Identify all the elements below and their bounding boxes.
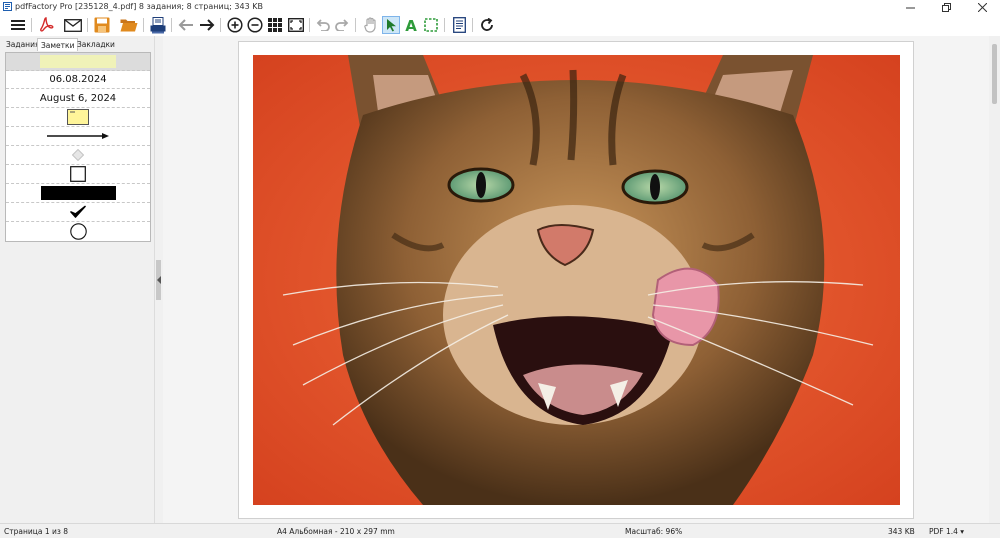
scroll-thumb[interactable] [992,44,997,104]
forward-button[interactable] [198,16,216,34]
highlight-note[interactable] [6,53,150,71]
arrow-line-item[interactable] [6,127,150,146]
minimize-button[interactable] [892,0,928,14]
notes-list: 06.08.2024 August 6, 2024 [5,52,151,242]
sticky-note-item[interactable] [6,108,150,127]
sticky-note-icon [67,109,89,125]
tab-bookmarks[interactable]: Закладки [74,38,118,51]
date-long-text: August 6, 2024 [39,92,117,104]
close-button[interactable] [964,0,1000,14]
arrow-line-icon [47,133,109,139]
side-panel: Задания Заметки Закладки 06.08.2024 Augu… [0,36,155,523]
close-icon [977,2,987,12]
checkmark-item[interactable] [6,203,150,222]
undo-icon [316,19,330,31]
undo-button[interactable] [314,16,332,34]
pdf-icon [40,17,54,32]
refresh-icon [481,18,493,31]
redo-icon [335,19,349,31]
collapse-arrow-icon [156,276,161,284]
refresh-button[interactable] [478,16,496,34]
print-icon [150,16,166,33]
date-stamp-short[interactable]: 06.08.2024 [6,71,150,89]
fit-page-icon [288,18,304,32]
hand-tool-button[interactable] [362,16,380,34]
select-arrow-icon [386,19,396,32]
open-folder-button[interactable] [120,16,138,34]
vertical-scrollbar[interactable] [989,36,1000,523]
toolbar: A [0,14,1000,36]
cat-image [253,55,900,505]
notes-button[interactable] [450,16,468,34]
save-icon [94,17,110,33]
print-button[interactable] [149,16,167,34]
date-stamp-long[interactable]: August 6, 2024 [6,89,150,108]
square-item[interactable] [6,165,150,184]
minimize-icon [905,7,915,8]
zoom-out-icon [247,17,263,33]
email-button[interactable] [64,16,82,34]
paper-size: A4 Альбомная - 210 x 297 mm [277,527,395,536]
hand-icon [364,17,376,33]
pdf-version-dropdown[interactable]: PDF 1.4 ▾ [929,526,964,537]
save-button[interactable] [93,16,111,34]
open-folder-icon [120,19,138,32]
app-icon [3,2,12,11]
title-bar: pdfFactory Pro [235128_4.pdf] 8 задания;… [0,0,1000,14]
fit-page-button[interactable] [287,16,305,34]
highlight-swatch [40,55,116,68]
text-tool-icon: A [405,18,417,32]
diamond-item[interactable] [6,146,150,165]
select-tool-button[interactable] [382,16,400,34]
crop-select-button[interactable] [422,16,440,34]
restore-icon [941,2,951,12]
zoom-in-button[interactable] [226,16,244,34]
black-bar-item[interactable] [6,184,150,203]
menu-icon [11,20,25,30]
text-tool-button[interactable]: A [402,16,420,34]
cat-photo [253,55,900,505]
pdf-button[interactable] [37,16,55,34]
zoom-out-button[interactable] [246,16,264,34]
thumbnails-button[interactable] [266,16,284,34]
email-icon [64,18,82,32]
file-size: 343 KB [888,527,915,536]
checkmark-icon [70,205,86,218]
date-short-text: 06.08.2024 [49,74,107,85]
circle-item[interactable] [6,222,150,241]
thumbnails-icon [268,18,282,32]
redo-button[interactable] [333,16,351,34]
document-view[interactable] [163,36,989,523]
menu-button[interactable] [9,16,27,34]
window-title: pdfFactory Pro [235128_4.pdf] 8 задания;… [15,2,263,11]
panel-splitter[interactable] [156,260,161,300]
svg-text:A: A [405,18,417,32]
circle-icon [69,223,87,240]
back-button[interactable] [177,16,195,34]
pdf-page [238,41,914,519]
back-arrow-icon [178,19,193,31]
zoom-in-icon [227,17,243,33]
notes-icon [452,17,466,33]
status-bar: Страница 1 из 8 A4 Альбомная - 210 x 297… [0,523,1000,538]
diamond-icon [72,149,84,161]
forward-arrow-icon [200,19,215,31]
zoom-level: Масштаб: 96% [625,527,683,536]
crop-select-icon [424,18,438,32]
square-icon [70,166,86,182]
tab-notes[interactable]: Заметки [37,38,79,51]
page-indicator: Страница 1 из 8 [4,527,68,536]
black-bar-icon [40,186,116,200]
maximize-button[interactable] [928,0,964,14]
